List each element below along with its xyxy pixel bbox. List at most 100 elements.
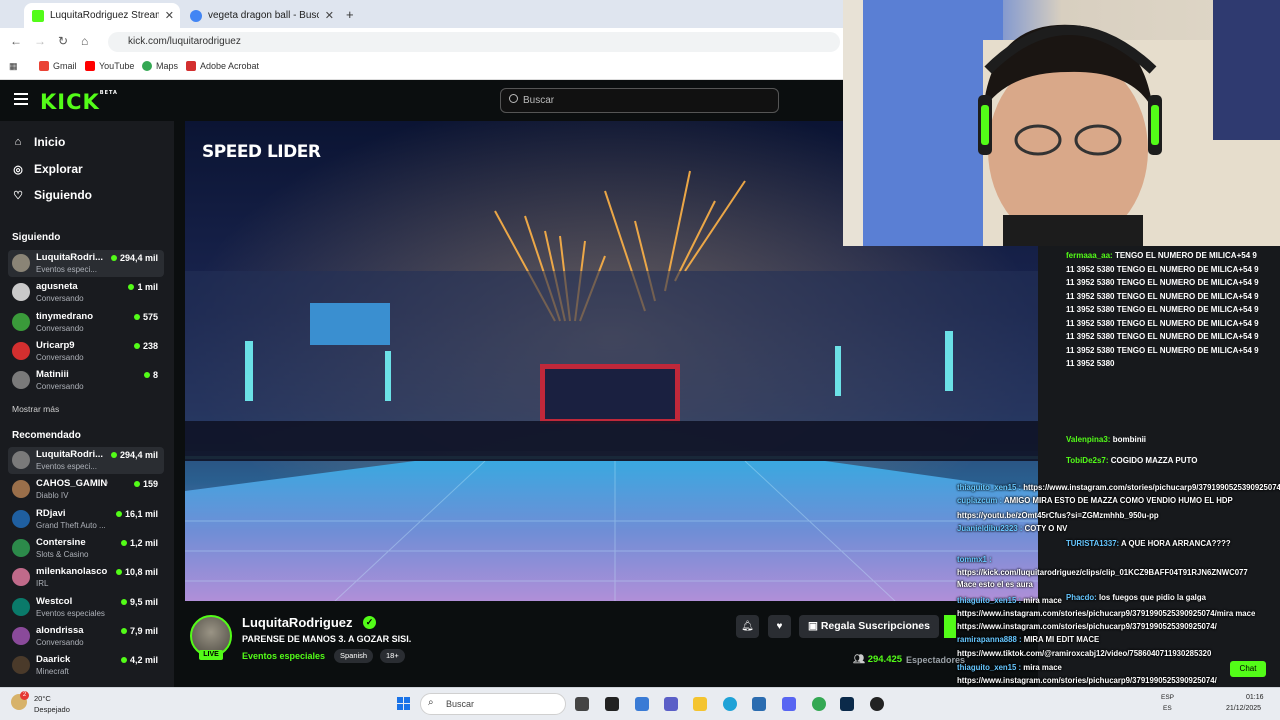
webcam-scene	[843, 0, 1280, 246]
language-indicator[interactable]: ESP	[1161, 694, 1174, 701]
app-icon[interactable]	[870, 697, 884, 711]
bookmark-adobe-acrobat[interactable]: Adobe Acrobat	[186, 61, 259, 71]
bookmark-maps[interactable]: Maps	[142, 61, 178, 71]
chat-username[interactable]: fermaaa_aa:	[1066, 251, 1113, 260]
chat-text: TENGO EL NUMERO DE MILICA+54 9 11 3952 5…	[1066, 251, 1259, 368]
weather-temp[interactable]: 20°C	[34, 694, 51, 703]
chat-username[interactable]: tommx1 :	[957, 555, 992, 564]
channel-item[interactable]: tinymedrano Conversando 575	[8, 309, 164, 336]
channel-item[interactable]: Daarick Minecraft 4,2 mil	[8, 652, 164, 679]
avatar	[12, 451, 30, 469]
store-icon[interactable]	[752, 697, 766, 711]
channel-viewers: 10,8 mil	[116, 567, 158, 577]
overlay-chat-message: https://www.tiktok.com/@ramiroxcabj12/vi…	[957, 649, 1211, 658]
channel-item[interactable]: LuquitaRodri... Eventos especi... 294,4 mi…	[8, 447, 164, 474]
channel-item[interactable]: agusneta Conversando 1 mil	[8, 279, 164, 306]
gift-subs-button[interactable]: ▣ Regala Suscripciones	[799, 615, 939, 638]
chat-username[interactable]: TobiDe2s7:	[1066, 456, 1109, 465]
youtube-icon	[85, 61, 95, 71]
bookmark-gmail[interactable]: Gmail	[39, 61, 77, 71]
forward-icon[interactable]: →	[34, 34, 46, 48]
bookmark-label: Maps	[156, 61, 179, 71]
viewer-count: 👥︎ 294.425	[853, 654, 902, 665]
new-tab-icon[interactable]: +	[346, 7, 354, 22]
search-input[interactable]: Buscar	[500, 88, 779, 113]
discord-icon[interactable]	[782, 697, 796, 711]
edge-icon[interactable]	[723, 697, 737, 711]
copilot-icon[interactable]	[635, 697, 649, 711]
chat-text: https://www.tiktok.com/@ramiroxcabj12/vi…	[957, 649, 1212, 658]
verified-icon: ✓	[363, 616, 376, 629]
browser-tab[interactable]: vegeta dragon ball - Buscar con ✕	[182, 3, 340, 28]
channel-name: Uricarp9	[36, 339, 75, 351]
overlay-chat-message: thiaguito_xen15 : https://www.instagram.…	[957, 483, 1280, 492]
gmail-icon	[39, 61, 49, 71]
apps-grid-icon[interactable]: ▦	[9, 61, 18, 72]
windows-start-icon[interactable]	[397, 697, 411, 711]
channel-viewers: 294,4 mil	[111, 450, 158, 460]
chat-text: https://youtu.be/zOmt45rCfus?si=ZGMzmhhb…	[957, 511, 1159, 520]
kick-logo[interactable]: KICKBETA	[40, 90, 118, 114]
tag-18plus[interactable]: 18+	[380, 649, 405, 663]
weather-desc[interactable]: Despejado	[34, 705, 70, 714]
home-browser-icon[interactable]: ⌂	[81, 34, 88, 48]
teams-icon[interactable]	[664, 697, 678, 711]
back-icon[interactable]: ←	[10, 34, 22, 48]
follow-heart-icon[interactable]: ♥	[768, 615, 791, 638]
menu-icon[interactable]	[14, 93, 28, 105]
channel-item[interactable]: CAHOS_GAMING Diablo IV 159	[8, 476, 164, 503]
channel-item[interactable]: Westcol Eventos especiales 9,5 mil	[8, 594, 164, 621]
chat-username[interactable]: TURISTA1337:	[1066, 539, 1119, 548]
channel-category: Eventos especi...	[36, 462, 97, 471]
keyboard-layout[interactable]: ES	[1163, 705, 1172, 712]
reload-icon[interactable]: ↻	[58, 34, 68, 48]
viewers-icon: 👥︎	[853, 654, 868, 665]
channel-item[interactable]: milenkanolasco IRL 10,8 mil	[8, 564, 164, 591]
bookmark-label: Adobe Acrobat	[200, 61, 260, 71]
channel-name: Matiniii	[36, 369, 69, 381]
widgets-icon[interactable]	[605, 697, 619, 711]
chrome-icon[interactable]	[812, 697, 826, 711]
chat-text: Mace esto el es aura	[957, 580, 1033, 589]
clock-date[interactable]: 21/12/2025	[1226, 705, 1261, 712]
chat-button[interactable]: Chat	[1230, 661, 1266, 677]
chat-text: mira mace	[1023, 596, 1062, 605]
nav-explorar[interactable]: ◎ Explorar	[12, 162, 83, 176]
chat-username[interactable]: ramirapanna888 :	[957, 635, 1022, 644]
close-tab-icon[interactable]: ✕	[165, 9, 174, 22]
url-field[interactable]: kick.com/luquitarodriguez	[108, 32, 840, 52]
channel-item[interactable]: Matiniii Conversando 8	[8, 367, 164, 394]
channel-item[interactable]: alondrissa Conversando 7,9 mil	[8, 623, 164, 650]
notification-bell-icon[interactable]: 🔔︎	[736, 615, 759, 638]
chat-username[interactable]: Phacdo:	[1066, 593, 1097, 602]
file-explorer-icon[interactable]	[693, 697, 707, 711]
tag-spanish[interactable]: Spanish	[334, 649, 374, 663]
chat-username[interactable]: Valenpina3:	[1066, 435, 1110, 444]
photoshop-icon[interactable]	[840, 697, 854, 711]
nav-inicio[interactable]: ⌂ Inicio	[12, 135, 66, 149]
chat-username[interactable]: cuplazcum :	[957, 496, 1002, 505]
chat-username[interactable]: thiaguito_xen15 :	[957, 663, 1021, 672]
taskbar-search-input[interactable]: Buscar	[420, 693, 566, 715]
nav-siguiendo[interactable]: ♡ Siguiendo	[12, 188, 92, 202]
chat-username[interactable]: thiaguito_xen15 :	[957, 596, 1021, 605]
channel-item[interactable]: RDjavi Grand Theft Auto ... 16,1 mil	[8, 506, 164, 533]
chat-username[interactable]: thiaguito_xen15 :	[957, 483, 1021, 492]
subscribe-button[interactable]	[944, 615, 956, 638]
show-more-link[interactable]: Mostrar más	[12, 404, 59, 414]
task-view-icon[interactable]	[575, 697, 589, 711]
streamer-name[interactable]: LuquitaRodriguez	[242, 615, 353, 630]
clock-time[interactable]: 01:16	[1246, 694, 1264, 701]
channel-item[interactable]: Uricarp9 Conversando 238	[8, 338, 164, 365]
channel-item[interactable]: LuquitaRodri... Eventos especi... 294,4 mi…	[8, 250, 164, 277]
stream-category-link[interactable]: Eventos especiales	[242, 651, 325, 661]
bookmark-youtube[interactable]: YouTube	[85, 61, 134, 71]
close-tab-icon[interactable]: ✕	[325, 9, 334, 22]
avatar	[12, 254, 30, 272]
avatar	[12, 283, 30, 302]
avatar	[12, 626, 30, 645]
channel-item[interactable]: Contersine Slots & Casino 1,2 mil	[8, 535, 164, 562]
chat-username[interactable]: Juanieldibu2323 :	[957, 524, 1022, 533]
browser-tab-active[interactable]: LuquitaRodriguez Stream ✕	[24, 3, 180, 28]
google-favicon-icon	[190, 9, 202, 22]
